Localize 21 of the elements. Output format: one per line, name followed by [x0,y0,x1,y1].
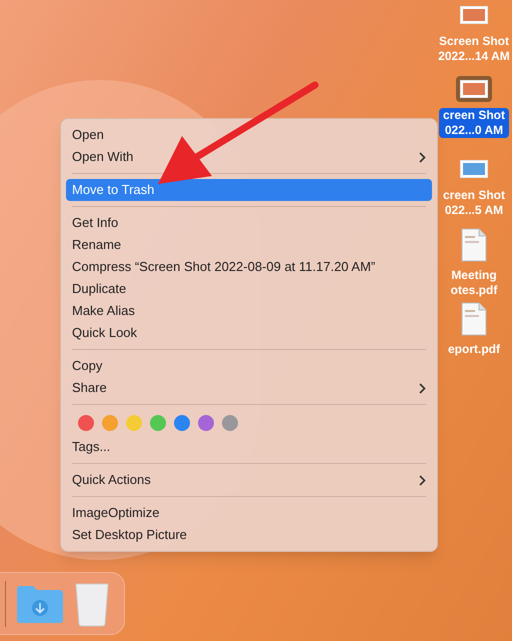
menu-item[interactable]: Tags... [66,436,432,458]
menu-item[interactable]: ImageOptimize [66,502,432,524]
menu-item[interactable]: Share [66,377,432,399]
file-name-label[interactable]: creen Shot 022...0 AM [438,108,509,138]
downloads-folder-icon[interactable] [16,584,64,624]
pdf-file-icon[interactable] [461,228,487,262]
menu-item[interactable]: Quick Actions [66,469,432,491]
menu-item[interactable]: Set Desktop Picture [66,524,432,546]
menu-item[interactable]: Open [66,124,432,146]
menu-item[interactable]: Get Info [66,212,432,234]
menu-item[interactable]: Quick Look [66,322,432,344]
menu-item[interactable]: Open With [66,146,432,168]
menu-item[interactable]: Move to Trash [66,179,432,201]
menu-item[interactable]: Duplicate [66,278,432,300]
menu-item[interactable]: Copy [66,355,432,377]
image-thumbnail-icon[interactable] [456,76,492,102]
pdf-file-icon[interactable] [461,302,487,336]
trash-can-icon[interactable] [74,580,110,626]
menu-item[interactable]: Make Alias [66,300,432,322]
menu-item[interactable]: Compress “Screen Shot 2022-08-09 at 11.17.20 AM” [66,256,432,278]
menu-item[interactable]: Rename [66,234,432,256]
